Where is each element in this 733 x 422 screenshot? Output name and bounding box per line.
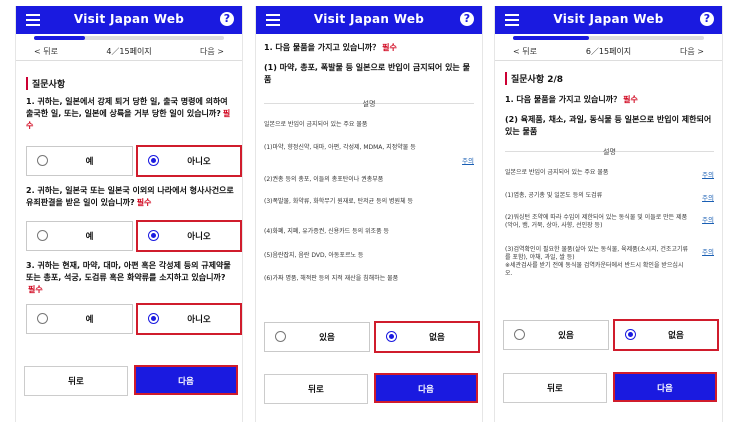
- answer-no-q1[interactable]: 아니오: [136, 145, 242, 177]
- app-header: Visit Japan Web ?: [256, 6, 482, 34]
- screen-page-4: Visit Japan Web ? < 뒤로 4／15페이지 다음 > 질문사항…: [15, 6, 243, 422]
- next-button[interactable]: 다음: [613, 372, 717, 402]
- answer-label: 예: [85, 315, 94, 325]
- app-title: Visit Japan Web: [313, 12, 425, 26]
- section-title: 질문사항 2/8: [505, 72, 563, 85]
- app-title: Visit Japan Web: [553, 12, 664, 26]
- list-item: (4)화폐, 지폐, 유가증권, 신용카드 등의 위조품 등: [264, 228, 390, 235]
- radio-selected-icon: [148, 155, 159, 166]
- nav-next-link[interactable]: 다음 >: [680, 46, 704, 57]
- answer-no-q2[interactable]: 아니오: [136, 220, 242, 252]
- help-icon[interactable]: ?: [460, 12, 474, 26]
- radio-icon: [275, 331, 286, 342]
- description-intro: 일본으로 반입이 금지되어 있는 주요 물품: [264, 121, 368, 128]
- list-item: (1)마약, 향정신약, 대마, 아편, 각성제, MDMA, 지정약물 등: [264, 144, 416, 151]
- note-link[interactable]: 주의: [702, 192, 714, 202]
- help-icon[interactable]: ?: [220, 12, 234, 26]
- answer-no[interactable]: 없음: [613, 319, 719, 351]
- answer-label: 예: [85, 157, 94, 167]
- answer-no-q3[interactable]: 아니오: [136, 303, 242, 335]
- question-text: 1. 귀하는, 일본에서 강제 퇴거 당한 일, 출국 명령에 의하여 출국한 …: [26, 97, 228, 118]
- list-item: (3)검역확인이 필요한 물품(살아 있는 동식물, 육제품(소시지, 건조고기…: [505, 246, 688, 277]
- required-badge: 필수: [136, 198, 152, 207]
- note-link[interactable]: 주의: [702, 214, 714, 224]
- description-heading: 설명: [603, 148, 616, 156]
- back-button[interactable]: 뒤로: [24, 366, 128, 396]
- answer-yes-q3[interactable]: 예: [26, 304, 133, 334]
- progress-fill: [34, 36, 86, 40]
- help-icon[interactable]: ?: [700, 12, 714, 26]
- progress-fill: [513, 36, 590, 40]
- answer-yes-q2[interactable]: 예: [26, 221, 133, 251]
- answer-label: 아니오: [187, 157, 211, 167]
- answer-label: 있음: [558, 331, 574, 341]
- list-item: (2)워싱턴 조약에 따라 수입이 제한되어 있는 동식물 및 이들로 만든 제…: [505, 214, 688, 229]
- next-button[interactable]: 다음: [134, 365, 238, 395]
- radio-icon: [514, 329, 525, 340]
- question-text: 3. 귀하는 현재, 마약, 대마, 아편 혹은 각성제 등의 규제약물 또는 …: [26, 261, 231, 282]
- sub-question: (2) 육제품, 채소, 과일, 동식물 등 일본으로 반입이 제한되어 있는 …: [505, 115, 712, 136]
- app-title: Visit Japan Web: [73, 12, 185, 26]
- answer-label: 아니오: [187, 315, 211, 325]
- radio-icon: [37, 313, 48, 324]
- back-button[interactable]: 뒤로: [264, 374, 368, 404]
- page-navigation: < 뒤로 6／15페이지 다음 >: [495, 34, 722, 61]
- radio-selected-icon: [625, 329, 636, 340]
- question-text: 2. 귀하는, 일본국 또는 일본국 이외의 나라에서 형사사건으로 유죄판결을…: [26, 186, 234, 207]
- question-text: 1. 다음 물품을 가지고 있습니까？: [505, 95, 622, 104]
- screen-page-6: Visit Japan Web ? < 뒤로 6／15페이지 다음 > 질문사항…: [494, 6, 723, 422]
- radio-icon: [37, 155, 48, 166]
- app-header: Visit Japan Web ?: [16, 6, 242, 34]
- radio-selected-icon: [148, 313, 159, 324]
- question-title: 1. 다음 물품을 가지고 있습니까？ 필수: [505, 94, 714, 106]
- radio-selected-icon: [386, 331, 397, 342]
- answer-label: 없음: [668, 331, 684, 341]
- description-intro: 일본으로 반입이 금지되어 있는 주요 물품: [505, 169, 609, 176]
- required-badge: 필수: [623, 95, 638, 104]
- radio-selected-icon: [148, 230, 159, 241]
- sub-question: (1) 마약, 총포, 폭발물 등 일본으로 반입이 금지되어 있는 물품: [264, 63, 470, 84]
- required-badge: 필수: [382, 43, 397, 52]
- list-item: (2)권총 등의 총포, 이들의 총포탄이나 권총부품: [264, 176, 384, 183]
- radio-icon: [37, 230, 48, 241]
- note-link[interactable]: 주의: [462, 155, 474, 165]
- description-heading: 설명: [362, 100, 376, 108]
- progress-bar: [513, 36, 704, 40]
- back-button[interactable]: 뒤로: [503, 373, 607, 403]
- answer-yes-q1[interactable]: 예: [26, 146, 133, 176]
- answer-label: 아니오: [187, 232, 211, 242]
- next-button[interactable]: 다음: [374, 373, 478, 403]
- answer-no[interactable]: 없음: [374, 321, 480, 353]
- answer-label: 있음: [319, 333, 335, 343]
- question-title: 1. 다음 물품을 가지고 있습니까？ 필수: [264, 42, 474, 54]
- nav-next-link[interactable]: 다음 >: [200, 46, 224, 57]
- answer-label: 없음: [429, 333, 445, 343]
- question-text: 1. 다음 물품을 가지고 있습니까？: [264, 43, 381, 52]
- list-item: (1)엽총, 공기총 및 일본도 등의 도검류: [505, 192, 603, 199]
- required-badge: 필수: [28, 285, 43, 294]
- section-title: 질문사항: [26, 77, 65, 90]
- app-header: Visit Japan Web ?: [495, 6, 722, 34]
- list-item: (3)폭발물, 화약류, 화학무기 원재료, 탄저균 등의 병원체 등: [264, 198, 414, 205]
- page-navigation: < 뒤로 4／15페이지 다음 >: [16, 34, 242, 61]
- question-1: 1. 귀하는, 일본에서 강제 퇴거 당한 일, 출국 명령에 의하여 출국한 …: [26, 96, 234, 132]
- answer-yes[interactable]: 있음: [264, 322, 370, 352]
- screen-page-5: Visit Japan Web ? 1. 다음 물품을 가지고 있습니까？ 필수 …: [255, 6, 483, 422]
- list-item: (6)가짜 명품, 해적판 등의 지적 재산을 침해하는 물품: [264, 275, 399, 282]
- question-2: 2. 귀하는, 일본국 또는 일본국 이외의 나라에서 형사사건으로 유죄판결을…: [26, 185, 234, 209]
- question-3: 3. 귀하는 현재, 마약, 대마, 아편 혹은 각성제 등의 규제약물 또는 …: [26, 260, 234, 296]
- list-item: (5)음란잡지, 음란 DVD, 아동포르노 등: [264, 252, 364, 259]
- note-link[interactable]: 주의: [702, 169, 714, 179]
- note-link[interactable]: 주의: [702, 246, 714, 256]
- progress-bar: [34, 36, 224, 40]
- answer-label: 예: [85, 232, 94, 242]
- answer-yes[interactable]: 있음: [503, 320, 609, 350]
